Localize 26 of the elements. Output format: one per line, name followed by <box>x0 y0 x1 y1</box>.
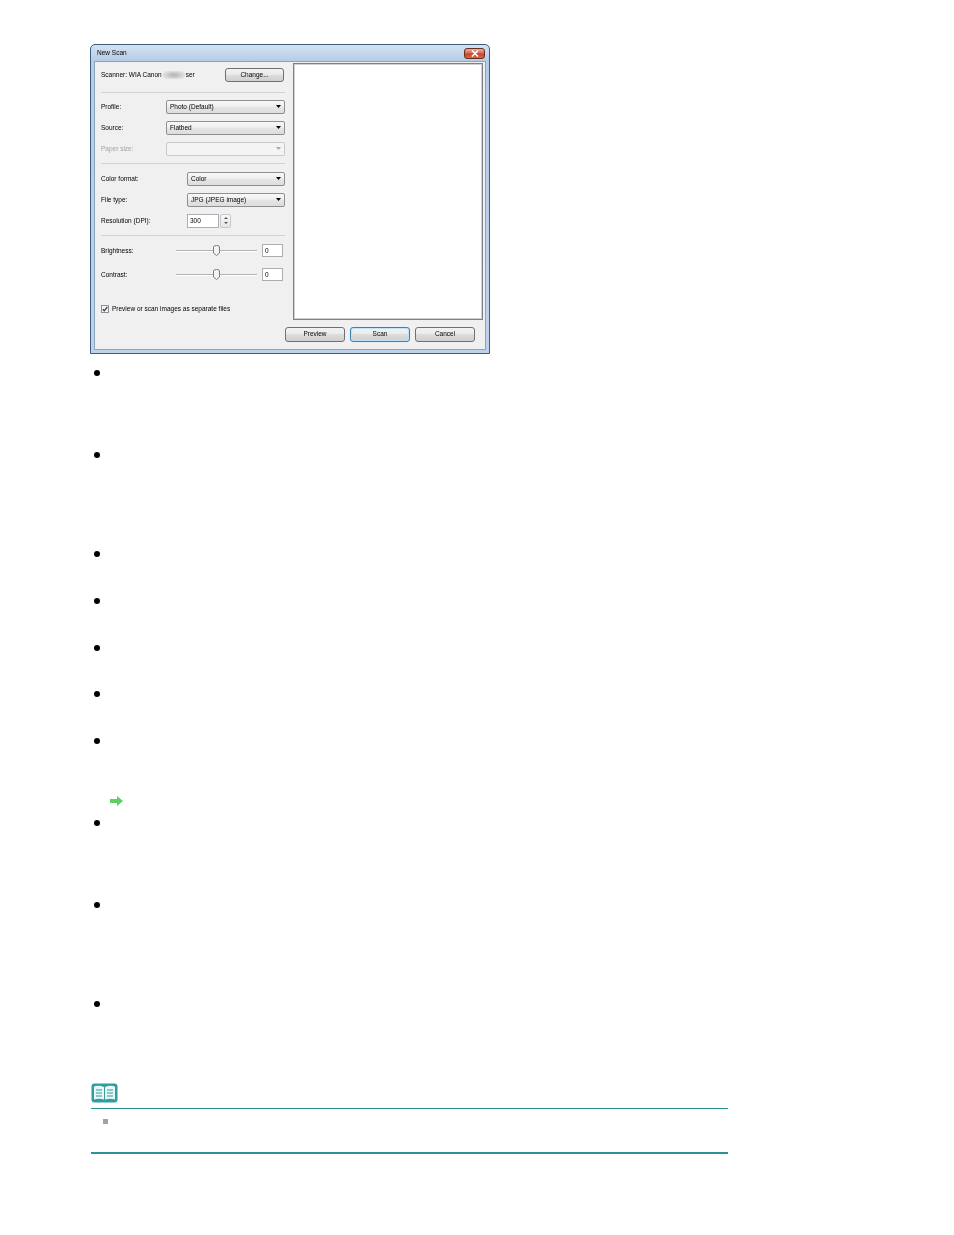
bullet-icon <box>94 598 100 604</box>
checkbox[interactable] <box>101 305 109 313</box>
caret-icon <box>276 147 281 150</box>
bullet-icon <box>94 1001 100 1007</box>
bullet-icon <box>94 902 100 908</box>
caret-icon <box>276 105 281 108</box>
bullet-icon <box>94 551 100 557</box>
spin-buttons[interactable] <box>220 213 231 228</box>
book-icon <box>91 1083 118 1103</box>
square-bullet-icon <box>103 1119 108 1124</box>
slider-thumb[interactable] <box>213 269 220 280</box>
bullet-icon <box>94 691 100 697</box>
slider-thumb[interactable] <box>213 245 220 256</box>
close-icon <box>470 49 479 57</box>
caret-icon <box>276 177 281 180</box>
bullet-icon <box>94 645 100 651</box>
caret-icon <box>276 126 281 129</box>
bullet-icon <box>94 370 100 376</box>
bullet-icon <box>94 738 100 744</box>
bullet-icon <box>94 820 100 826</box>
arrow-icon[interactable] <box>110 796 123 806</box>
caret-icon <box>276 198 281 201</box>
up-arrow-icon <box>223 217 228 219</box>
bullet-icon <box>94 452 100 458</box>
down-arrow-icon <box>223 222 228 224</box>
close-button[interactable] <box>464 47 485 59</box>
